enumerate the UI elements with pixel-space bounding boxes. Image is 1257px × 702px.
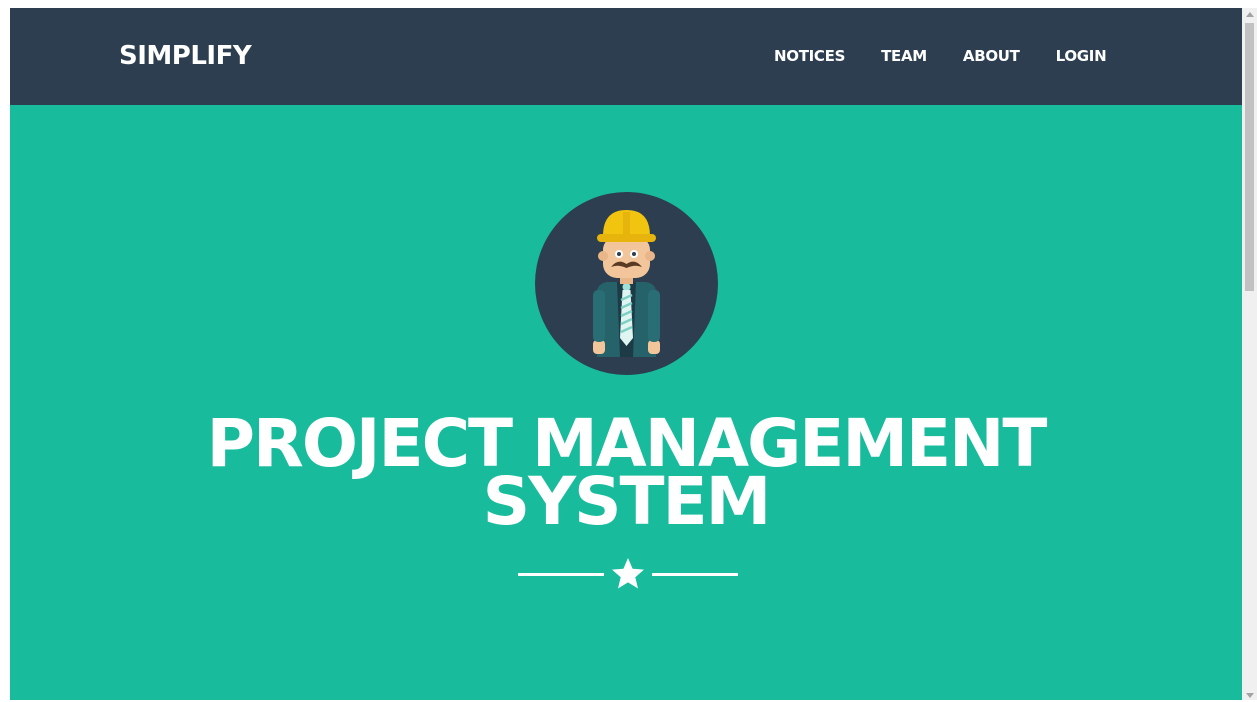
page: SIMPLIFY NOTICES TEAM ABOUT LOGIN PROJEC… bbox=[10, 8, 1242, 700]
scroll-up-arrow-icon[interactable] bbox=[1246, 12, 1254, 17]
nav-item-about[interactable]: ABOUT bbox=[963, 45, 1020, 67]
engineer-avatar-icon bbox=[535, 192, 718, 375]
navbar: SIMPLIFY NOTICES TEAM ABOUT LOGIN bbox=[10, 8, 1242, 105]
page-title-line2: SYSTEM bbox=[482, 463, 772, 540]
scroll-down-arrow-icon[interactable] bbox=[1246, 693, 1254, 698]
brand-logo[interactable]: SIMPLIFY bbox=[119, 38, 252, 74]
nav-item-notices[interactable]: NOTICES bbox=[774, 45, 845, 67]
nav-item-login[interactable]: LOGIN bbox=[1056, 45, 1107, 67]
main-nav: NOTICES TEAM ABOUT LOGIN bbox=[774, 45, 1142, 67]
scrollbar-thumb[interactable] bbox=[1245, 23, 1254, 291]
hero-section: PROJECT MANAGEMENT SYSTEM bbox=[10, 105, 1242, 700]
star-icon bbox=[612, 558, 644, 589]
vertical-scrollbar[interactable] bbox=[1242, 8, 1257, 700]
divider-line-left bbox=[518, 573, 604, 576]
star-divider bbox=[518, 558, 738, 589]
page-title: PROJECT MANAGEMENT SYSTEM bbox=[10, 411, 1242, 540]
nav-item-team[interactable]: TEAM bbox=[881, 45, 927, 67]
divider-line-right bbox=[652, 573, 738, 576]
